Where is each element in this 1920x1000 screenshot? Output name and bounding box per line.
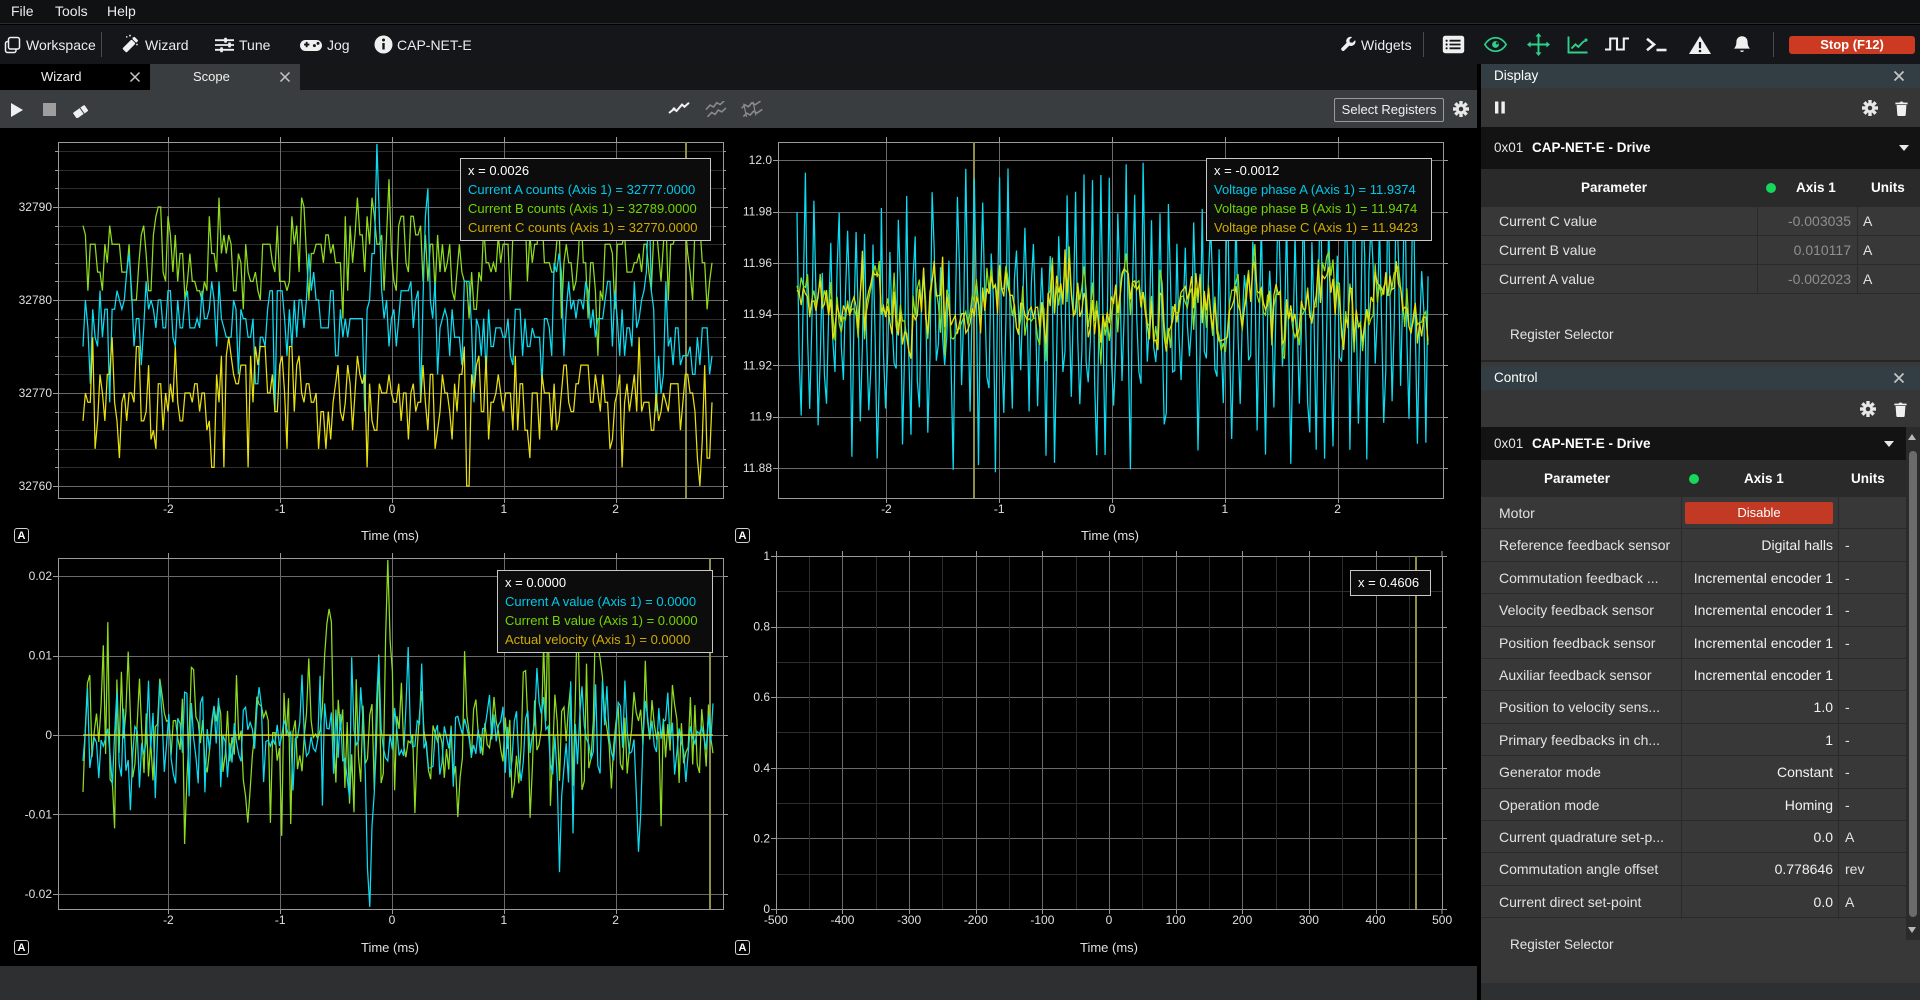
svg-text:12.0: 12.0	[749, 153, 773, 167]
svg-text:0.4: 0.4	[753, 761, 770, 775]
svg-text:-2: -2	[163, 913, 174, 927]
svg-text:2: 2	[612, 502, 619, 516]
svg-text:2: 2	[1334, 502, 1341, 516]
svg-text:-200: -200	[964, 913, 988, 927]
svg-text:-1: -1	[275, 502, 286, 516]
svg-text:0.01: 0.01	[29, 649, 53, 663]
svg-text:11.88: 11.88	[743, 461, 772, 475]
svg-text:1: 1	[500, 502, 507, 516]
svg-text:0: 0	[45, 728, 52, 742]
svg-text:0.02: 0.02	[29, 569, 53, 583]
svg-text:Time (ms): Time (ms)	[361, 528, 419, 543]
svg-text:32780: 32780	[19, 293, 53, 307]
svg-text:-500: -500	[764, 913, 788, 927]
svg-text:32760: 32760	[19, 479, 53, 493]
svg-text:11.96: 11.96	[743, 256, 772, 270]
svg-text:0.6: 0.6	[753, 690, 770, 704]
svg-text:0: 0	[389, 913, 396, 927]
svg-text:-0.02: -0.02	[25, 887, 53, 901]
svg-text:-2: -2	[881, 502, 892, 516]
svg-text:-300: -300	[897, 913, 921, 927]
svg-text:1: 1	[763, 549, 770, 563]
svg-text:0.8: 0.8	[753, 620, 770, 634]
svg-text:11.94: 11.94	[743, 307, 772, 321]
svg-text:Time (ms): Time (ms)	[361, 940, 419, 955]
svg-text:-1: -1	[994, 502, 1005, 516]
svg-text:0: 0	[1106, 913, 1113, 927]
svg-text:1: 1	[500, 913, 507, 927]
svg-text:32790: 32790	[19, 200, 53, 214]
svg-text:11.98: 11.98	[743, 205, 772, 219]
svg-text:0: 0	[389, 502, 396, 516]
svg-text:11.9: 11.9	[750, 410, 773, 424]
svg-text:1: 1	[1221, 502, 1228, 516]
svg-text:-1: -1	[275, 913, 286, 927]
svg-text:11.92: 11.92	[743, 358, 772, 372]
svg-text:-400: -400	[830, 913, 854, 927]
svg-text:0.2: 0.2	[753, 831, 770, 845]
svg-text:100: 100	[1166, 913, 1186, 927]
svg-text:Time (ms): Time (ms)	[1081, 528, 1139, 543]
svg-text:0: 0	[1109, 502, 1116, 516]
svg-text:500: 500	[1432, 913, 1452, 927]
svg-text:300: 300	[1299, 913, 1319, 927]
svg-text:-2: -2	[163, 502, 174, 516]
svg-text:400: 400	[1366, 913, 1386, 927]
svg-text:Time (ms): Time (ms)	[1080, 940, 1138, 955]
svg-text:200: 200	[1232, 913, 1252, 927]
svg-text:32770: 32770	[19, 386, 53, 400]
svg-text:-0.01: -0.01	[25, 808, 53, 822]
svg-text:-100: -100	[1030, 913, 1054, 927]
svg-text:2: 2	[612, 913, 619, 927]
